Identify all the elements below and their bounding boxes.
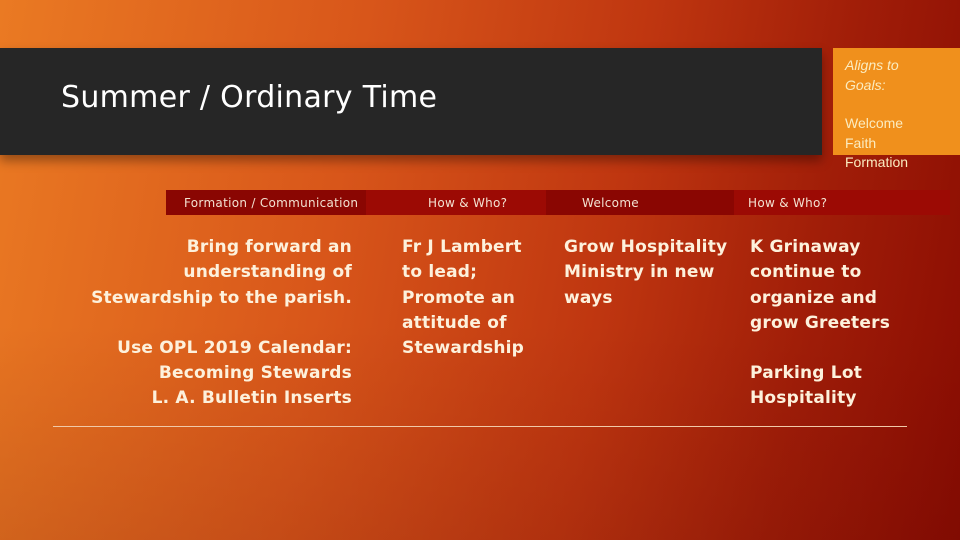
goals-heading-line-1: Aligns to — [845, 57, 899, 73]
header-how-who-1: How & Who? — [428, 196, 508, 210]
cell-welcome: Grow Hospitality Ministry in new ways — [564, 235, 744, 311]
header-welcome: Welcome — [582, 196, 639, 210]
header-how-who-2: How & Who? — [748, 196, 828, 210]
goal-item: Welcome — [845, 115, 904, 131]
table-bottom-divider — [53, 426, 907, 427]
slide-title: Summer / Ordinary Time — [61, 80, 438, 115]
cell-paragraph: Fr J Lambert to lead; Promote an attitud… — [402, 237, 525, 359]
goals-callout: Aligns to Goals: Welcome Faith Formation — [845, 56, 957, 173]
cell-paragraph: Parking Lot Hospitality — [750, 363, 863, 409]
goal-item: Faith — [845, 134, 877, 151]
goal-item: Formation — [845, 154, 909, 170]
cell-how-who-1: Fr J Lambert to lead; Promote an attitud… — [402, 235, 552, 361]
cell-paragraph: Bring forward an understanding of Stewar… — [91, 237, 352, 308]
header-cell-bg — [546, 190, 734, 215]
header-formation-communication: Formation / Communication — [184, 196, 359, 210]
cell-paragraph: Grow Hospitality Ministry in new ways — [564, 237, 728, 308]
goals-heading-line-2: Goals: — [845, 76, 886, 93]
cell-how-who-2: K Grinaway continue to organize and grow… — [750, 235, 950, 412]
cell-paragraph: Use OPL 2019 Calendar: Becoming Stewards… — [117, 337, 352, 409]
cell-paragraph: K Grinaway continue to organize and grow… — [750, 237, 891, 333]
cell-formation: Bring forward an understanding of Stewar… — [60, 235, 352, 412]
